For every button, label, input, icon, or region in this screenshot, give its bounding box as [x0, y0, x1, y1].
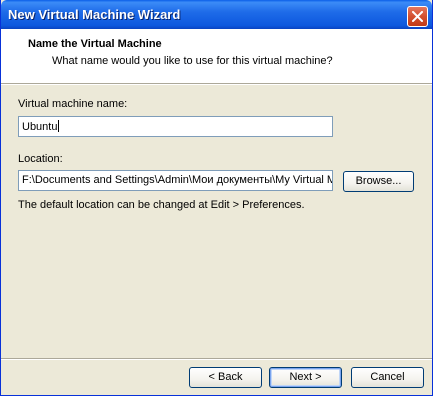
header-divider [1, 83, 432, 85]
page-title: Name the Virtual Machine [28, 38, 162, 50]
wizard-window: New Virtual Machine Wizard Name the Virt… [0, 0, 433, 396]
window-title: New Virtual Machine Wizard [8, 7, 181, 22]
vm-name-value: Ubuntu [22, 121, 58, 133]
wizard-header: Name the Virtual Machine What name would… [1, 29, 432, 83]
vm-name-label: Virtual machine name: [18, 98, 128, 110]
location-label: Location: [18, 153, 63, 165]
page-subtitle: What name would you like to use for this… [52, 55, 333, 67]
cancel-button[interactable]: Cancel [351, 367, 424, 388]
title-bar[interactable]: New Virtual Machine Wizard [1, 0, 432, 29]
footer-divider [1, 358, 432, 360]
location-hint: The default location can be changed at E… [18, 199, 305, 211]
browse-button[interactable]: Browse... [343, 171, 414, 192]
text-caret [58, 120, 60, 132]
back-button[interactable]: < Back [189, 367, 262, 388]
next-button[interactable]: Next > [269, 367, 342, 388]
vm-name-input[interactable]: Ubuntu [18, 116, 333, 137]
location-value: F:\Documents and Settings\Admin\Мои доку… [22, 174, 333, 186]
close-button[interactable] [407, 6, 428, 27]
close-icon [412, 11, 423, 22]
location-input[interactable]: F:\Documents and Settings\Admin\Мои доку… [18, 170, 333, 191]
